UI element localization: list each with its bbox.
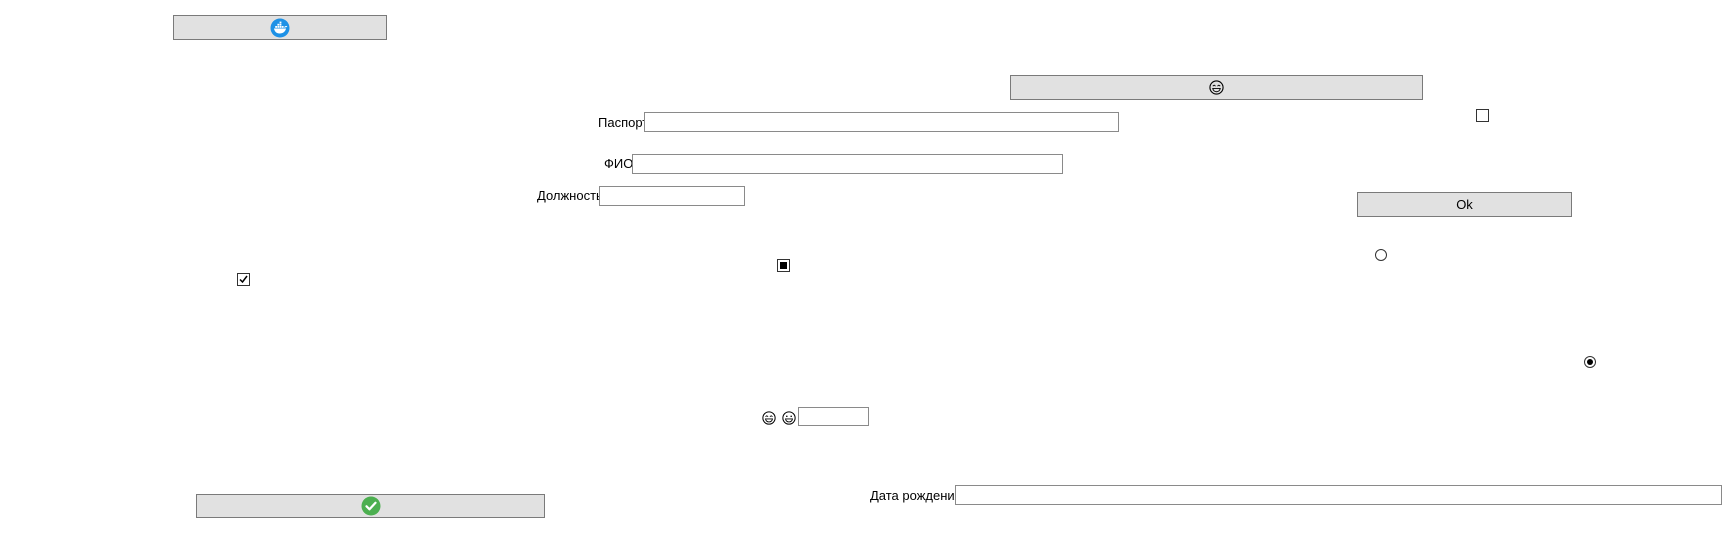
- position-label: Должность: [537, 188, 603, 203]
- radio-selected-dot: [1587, 359, 1593, 365]
- ok-button-label: Ok: [1456, 197, 1473, 212]
- laughing-emoji-icon: [762, 411, 776, 425]
- checkbox-top-right[interactable]: [1476, 109, 1489, 122]
- checkbox-middle[interactable]: [777, 259, 790, 272]
- indeterminate-mark: [780, 262, 787, 269]
- form-canvas: Паспорт ФИО Должность Ok Дата рождения: [0, 0, 1724, 537]
- fio-field[interactable]: [632, 154, 1063, 174]
- fio-label: ФИО: [604, 156, 634, 171]
- ok-button[interactable]: Ok: [1357, 192, 1572, 217]
- birthdate-field[interactable]: [955, 485, 1722, 505]
- emoji-button[interactable]: [1010, 75, 1423, 100]
- check-mark-icon: [239, 275, 248, 284]
- checkbox-left[interactable]: [237, 273, 250, 286]
- laughing-emoji-icon: [1209, 80, 1224, 95]
- docker-icon: [270, 18, 290, 38]
- radio-option-bottom[interactable]: [1584, 356, 1596, 368]
- grinning-emoji-icon: [782, 411, 796, 425]
- radio-option-top[interactable]: [1375, 249, 1387, 261]
- birthdate-label: Дата рождения: [870, 488, 962, 503]
- passport-field[interactable]: [644, 112, 1119, 132]
- small-field[interactable]: [798, 407, 869, 426]
- passport-label: Паспорт: [598, 115, 649, 130]
- docker-button[interactable]: [173, 15, 387, 40]
- confirm-button[interactable]: [196, 494, 545, 518]
- check-circle-icon: [361, 496, 381, 516]
- position-field[interactable]: [599, 186, 745, 206]
